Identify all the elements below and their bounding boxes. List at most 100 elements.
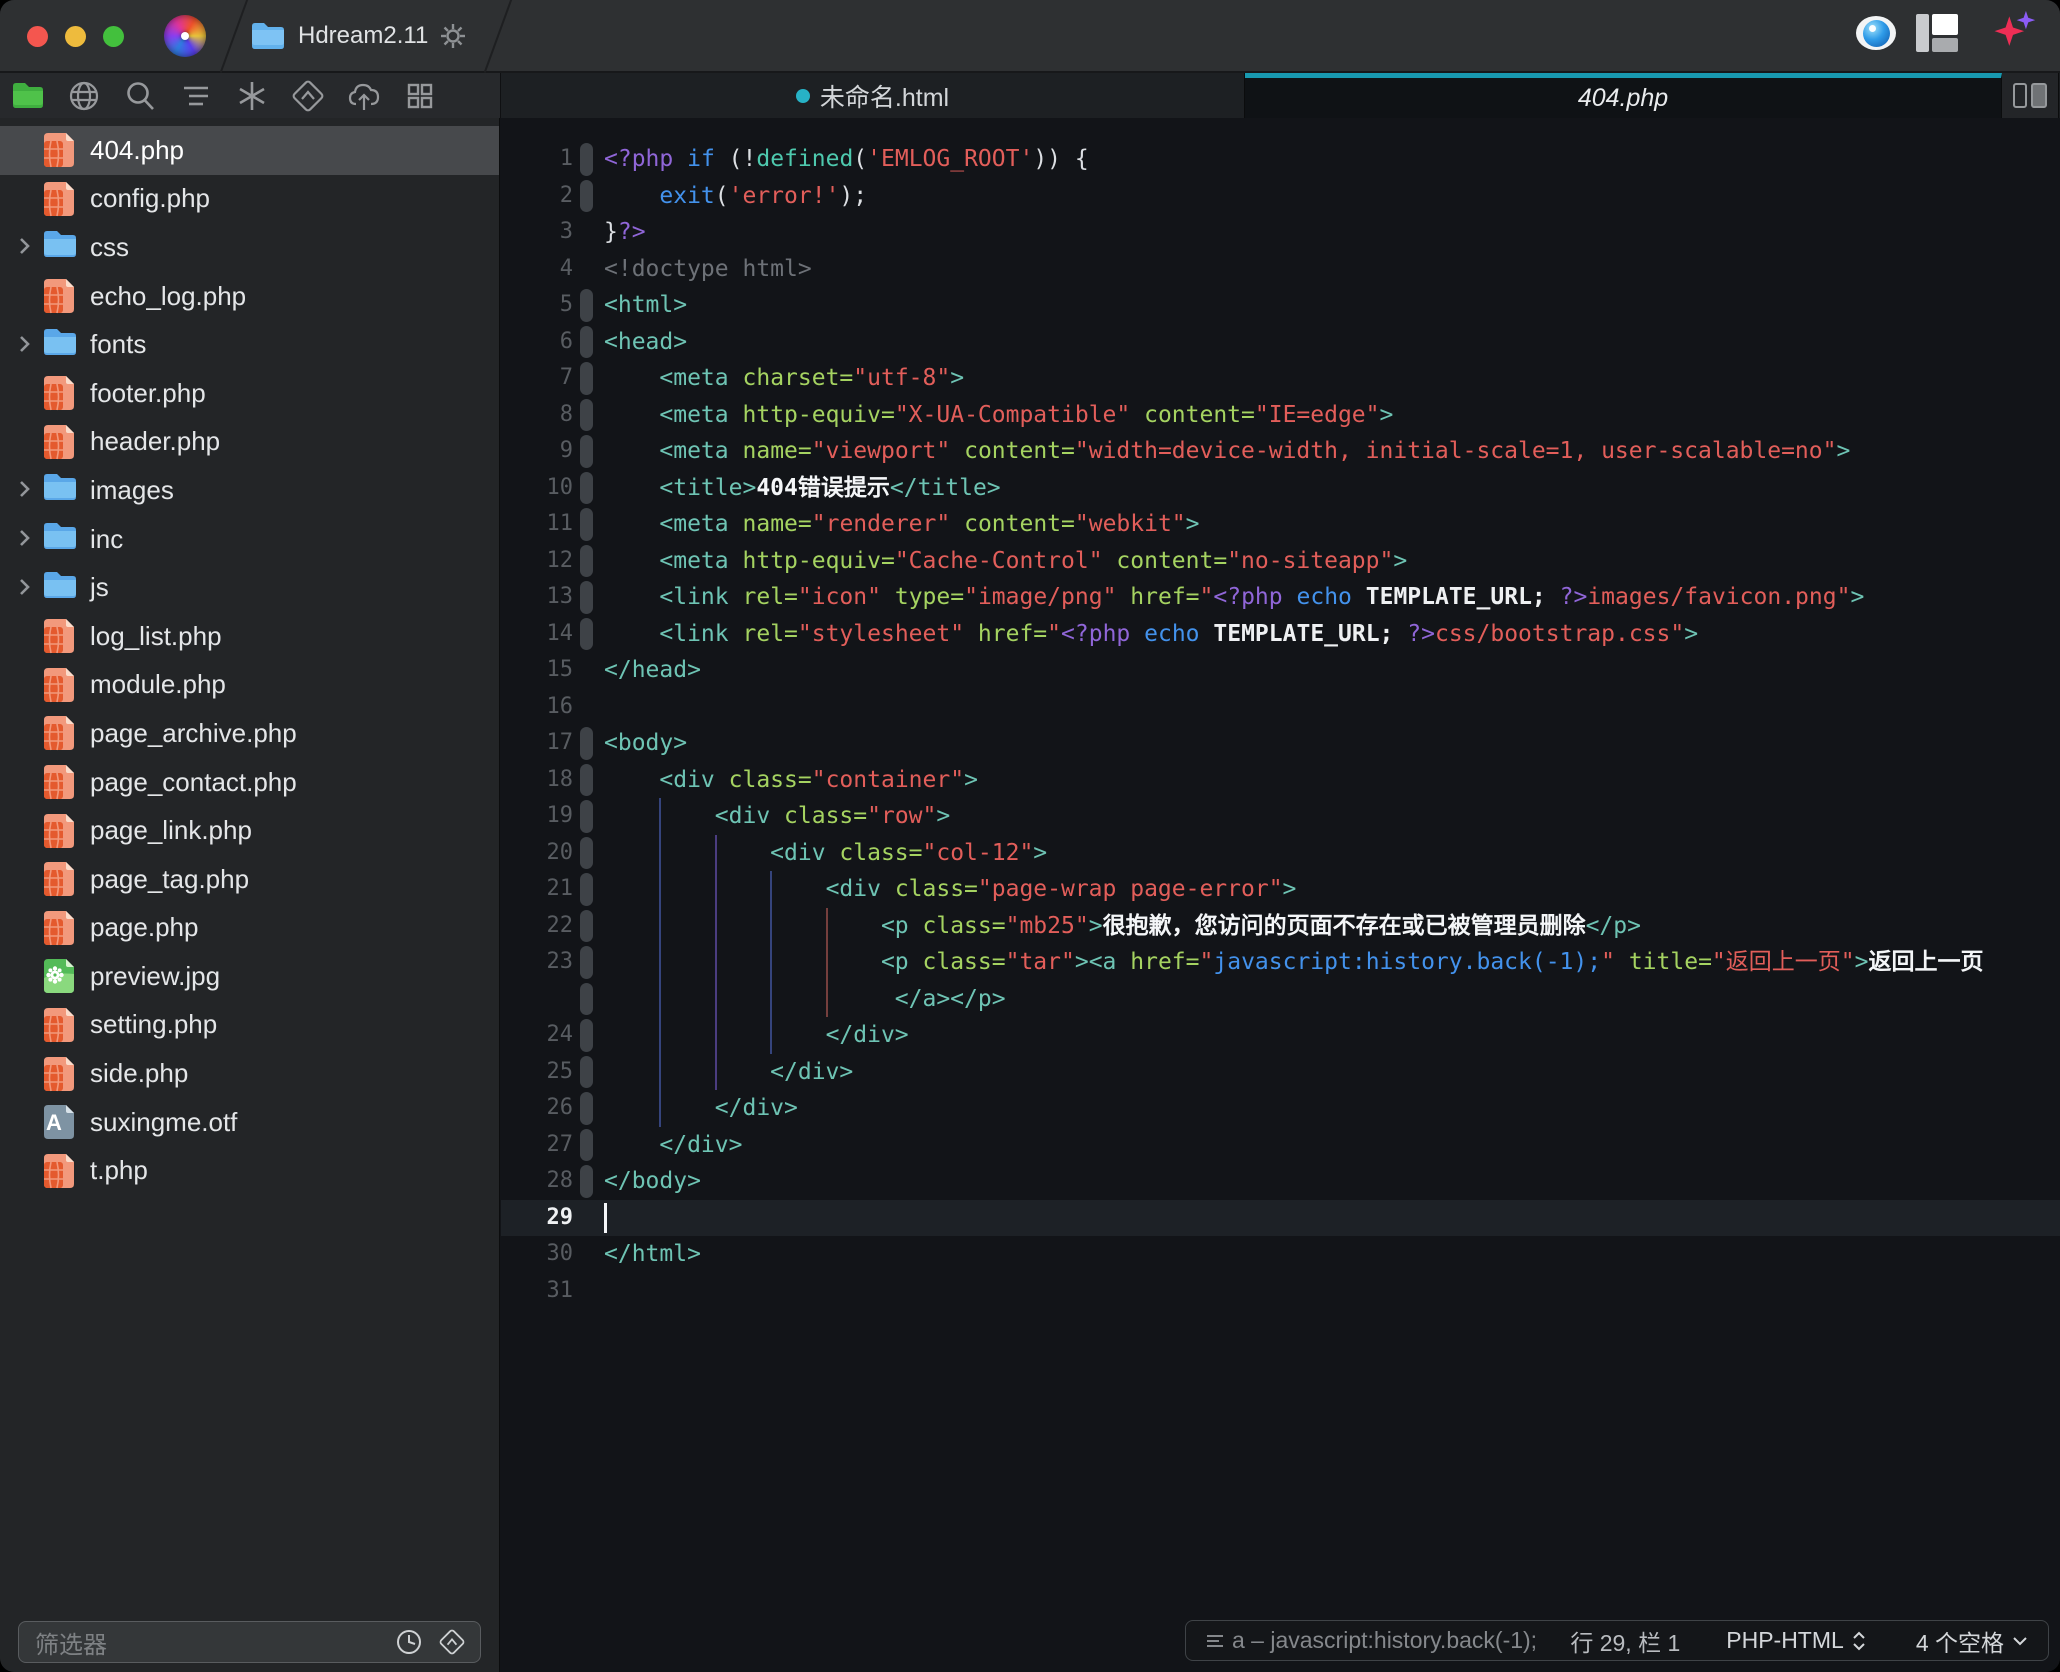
layout-panels-button[interactable] xyxy=(1913,11,1961,55)
code-line-31[interactable]: 31 xyxy=(501,1273,2060,1310)
file-row-log_list.php[interactable]: log_list.php xyxy=(0,612,499,661)
fold-handle[interactable] xyxy=(580,1055,593,1088)
code-line-28[interactable]: 28 </body> xyxy=(501,1163,2060,1200)
split-view-button[interactable] xyxy=(2002,73,2059,118)
code-line-27[interactable]: 27 </div> xyxy=(501,1127,2060,1164)
fold-handle[interactable] xyxy=(580,982,593,1015)
fold-handle[interactable] xyxy=(580,1019,593,1052)
code-line-5[interactable]: 5 <html> xyxy=(501,287,2060,324)
fold-handle[interactable] xyxy=(580,289,593,322)
code-line-1[interactable]: 1 <?php if (!defined('EMLOG_ROOT')) { xyxy=(501,141,2060,178)
preview-eye-button[interactable] xyxy=(1853,11,1899,55)
close-button[interactable] xyxy=(27,26,48,47)
fold-handle[interactable] xyxy=(580,471,593,504)
fold-handle[interactable] xyxy=(580,946,593,979)
fold-handle[interactable] xyxy=(580,763,593,796)
fold-handle[interactable] xyxy=(580,1092,593,1125)
file-row-suxingme.otf[interactable]: Asuxingme.otf xyxy=(0,1098,499,1147)
fold-handle[interactable] xyxy=(580,1128,593,1161)
code-line-6[interactable]: 6 <head> xyxy=(501,324,2060,361)
disclosure-chevron-icon[interactable] xyxy=(14,236,36,258)
fold-handle[interactable] xyxy=(580,179,593,212)
disclosure-chevron-icon[interactable] xyxy=(14,528,36,550)
zoom-button[interactable] xyxy=(103,26,124,47)
fold-handle[interactable] xyxy=(580,325,593,358)
disclosure-chevron-icon[interactable] xyxy=(14,334,36,356)
file-row-echo_log.php[interactable]: echo_log.php xyxy=(0,272,499,321)
project-settings-gear-icon[interactable] xyxy=(440,23,466,49)
fold-handle[interactable] xyxy=(580,508,593,541)
code-line-29[interactable]: 29 xyxy=(501,1199,2060,1236)
code-line-3[interactable]: 3}?> xyxy=(501,214,2060,251)
code-line-13[interactable]: 13 <link rel="icon" type="image/png" hre… xyxy=(501,579,2060,616)
file-row-header.php[interactable]: header.php xyxy=(0,418,499,467)
code-line-22[interactable]: 22 <p class="mb25">很抱歉，您访问的页面不存在或已被管理员删除… xyxy=(501,907,2060,944)
minimize-button[interactable] xyxy=(65,26,86,47)
code-line-17[interactable]: 17 <body> xyxy=(501,725,2060,762)
code-line-14[interactable]: 14 <link rel="stylesheet" href="<?php ec… xyxy=(501,616,2060,653)
file-row-page_contact.php[interactable]: page_contact.php xyxy=(0,758,499,807)
file-row-preview.jpg[interactable]: preview.jpg xyxy=(0,952,499,1001)
navigate-button[interactable] xyxy=(280,73,336,118)
file-row-page_tag.php[interactable]: page_tag.php xyxy=(0,855,499,904)
code-line-wrap[interactable]: </a></p> xyxy=(501,980,2060,1017)
fold-handle[interactable] xyxy=(580,581,593,614)
language-selector[interactable]: PHP-HTML xyxy=(1726,1627,1866,1654)
file-row-page_archive.php[interactable]: page_archive.php xyxy=(0,709,499,758)
tab-untitled-html[interactable]: 未命名.html xyxy=(501,73,1245,118)
fold-handle[interactable] xyxy=(580,362,593,395)
fold-handle[interactable] xyxy=(580,727,593,760)
fold-handle[interactable] xyxy=(580,435,593,468)
disclosure-chevron-icon[interactable] xyxy=(14,479,36,501)
code-line-16[interactable]: 16 xyxy=(501,689,2060,726)
recent-clock-icon[interactable] xyxy=(394,1627,424,1657)
file-row-page.php[interactable]: page.php xyxy=(0,904,499,953)
navigator-button[interactable] xyxy=(168,73,224,118)
code-line-4[interactable]: 4 <!doctype html> xyxy=(501,251,2060,288)
fold-handle[interactable] xyxy=(580,873,593,906)
code-line-7[interactable]: 7 <meta charset="utf-8"> xyxy=(501,360,2060,397)
code-line-26[interactable]: 26 </div> xyxy=(501,1090,2060,1127)
tab-404-php[interactable]: 404.php xyxy=(1245,73,2002,118)
code-line-24[interactable]: 24 </div> xyxy=(501,1017,2060,1054)
fold-handle[interactable] xyxy=(580,143,593,176)
code-line-11[interactable]: 11 <meta name="renderer" content="webkit… xyxy=(501,506,2060,543)
code-line-19[interactable]: 19 <div class="row"> xyxy=(501,798,2060,835)
fold-handle[interactable] xyxy=(580,398,593,431)
fold-handle[interactable] xyxy=(580,836,593,869)
search-button[interactable] xyxy=(112,73,168,118)
code-line-10[interactable]: 10 <title>404错误提示</title> xyxy=(501,470,2060,507)
globe-button[interactable] xyxy=(56,73,112,118)
fold-handle[interactable] xyxy=(580,800,593,833)
file-row-footer.php[interactable]: footer.php xyxy=(0,369,499,418)
fold-handle[interactable] xyxy=(580,909,593,942)
code-line-12[interactable]: 12 <meta http-equiv="Cache-Control" cont… xyxy=(501,543,2060,580)
code-line-21[interactable]: 21 <div class="page-wrap page-error"> xyxy=(501,871,2060,908)
file-row-inc[interactable]: inc xyxy=(0,515,499,564)
publish-button[interactable] xyxy=(336,73,392,118)
file-row-404.php[interactable]: 404.php xyxy=(0,126,499,175)
project-tab[interactable]: Hdream2.11 xyxy=(250,0,466,71)
fold-handle[interactable] xyxy=(580,544,593,577)
file-row-css[interactable]: css xyxy=(0,223,499,272)
files-button[interactable] xyxy=(0,73,56,118)
code-line-9[interactable]: 9 <meta name="viewport" content="width=d… xyxy=(501,433,2060,470)
fold-handle[interactable] xyxy=(580,1165,593,1198)
code-line-2[interactable]: 2 exit('error!'); xyxy=(501,178,2060,215)
file-row-page_link.php[interactable]: page_link.php xyxy=(0,806,499,855)
code-line-20[interactable]: 20 <div class="col-12"> xyxy=(501,834,2060,871)
new-action-button[interactable] xyxy=(1989,10,2037,55)
file-row-config.php[interactable]: config.php xyxy=(0,175,499,224)
code-line-25[interactable]: 25 </div> xyxy=(501,1053,2060,1090)
code-line-18[interactable]: 18 <div class="container"> xyxy=(501,762,2060,799)
file-row-images[interactable]: images xyxy=(0,466,499,515)
fold-handle[interactable] xyxy=(580,617,593,650)
file-row-fonts[interactable]: fonts xyxy=(0,320,499,369)
file-row-js[interactable]: js xyxy=(0,563,499,612)
workspace-button[interactable] xyxy=(392,73,448,118)
code-editor[interactable]: 1 <?php if (!defined('EMLOG_ROOT')) {2 ex… xyxy=(501,118,2060,1672)
file-row-module.php[interactable]: module.php xyxy=(0,661,499,710)
navigate-diamond-icon[interactable] xyxy=(436,1626,468,1658)
code-line-8[interactable]: 8 <meta http-equiv="X-UA-Compatible" con… xyxy=(501,397,2060,434)
code-line-23[interactable]: 23 <p class="tar"><a href="javascript:hi… xyxy=(501,944,2060,981)
